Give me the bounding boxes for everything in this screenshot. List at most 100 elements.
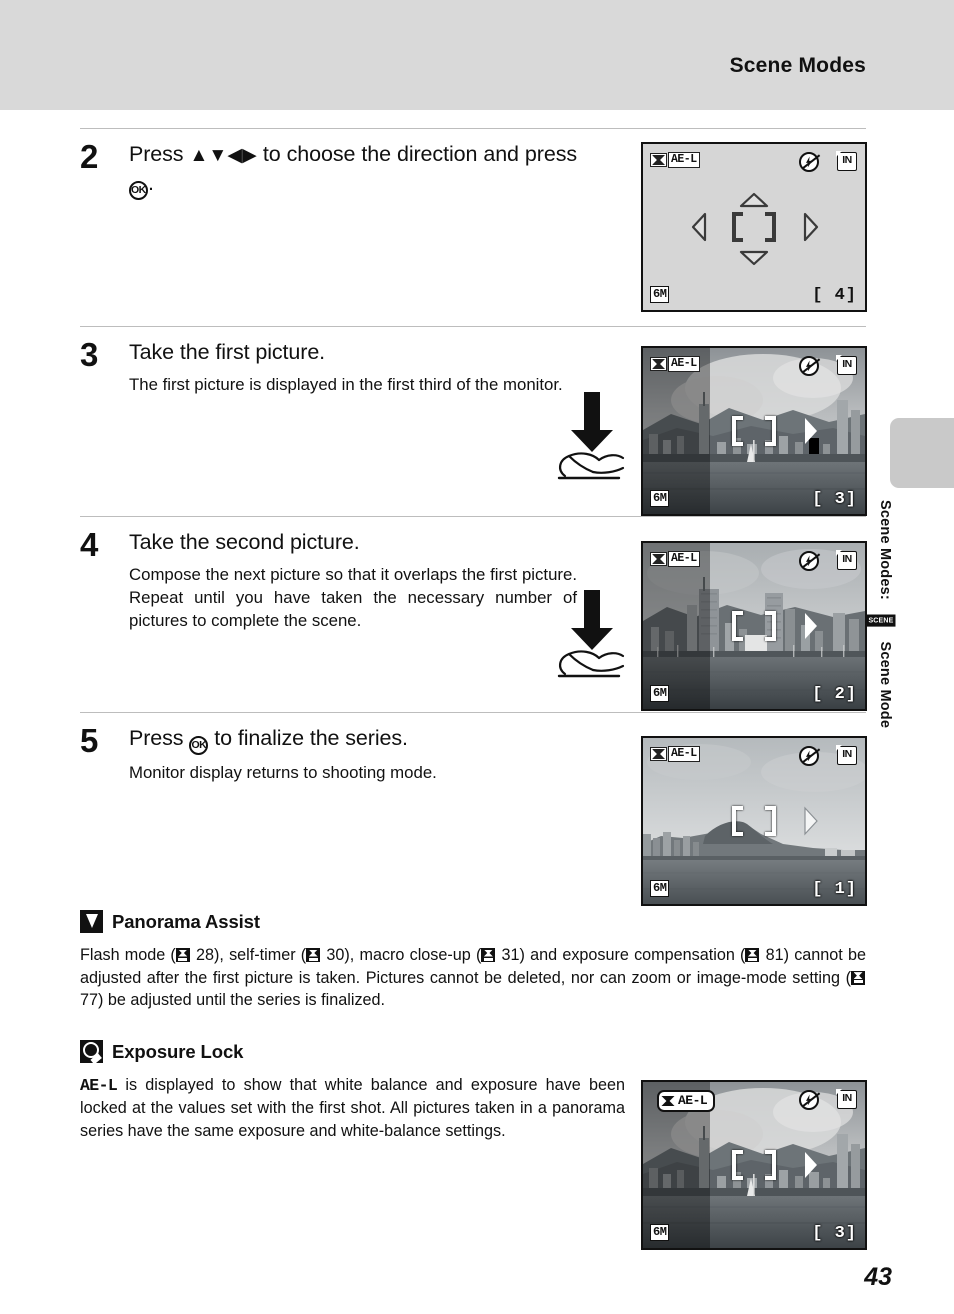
note-title: Panorama Assist [112, 910, 260, 932]
lcd-screen-direction-select: AE-L IN 6M [ 4] [641, 142, 867, 312]
ok-button-icon: OK [189, 736, 209, 755]
internal-memory-icon: IN [836, 550, 857, 570]
ae-lock-label: AE-L [668, 551, 700, 567]
flash-off-icon [799, 551, 819, 571]
note-text-part: Flash mode ( [80, 946, 176, 964]
lcd-screen-second-picture: AE-L IN 6M [ 2] [641, 541, 867, 711]
image-size-indicator: 6M [650, 685, 670, 702]
image-size-indicator: 6M [650, 286, 670, 303]
lcd-screen-first-picture: AE-L IN 6M [ 3] [641, 346, 867, 516]
shots-remaining: [ 3] [812, 490, 857, 509]
image-size-indicator: 6M [650, 880, 670, 897]
step-2-number: 2 [80, 138, 99, 175]
shutter-press-icon [553, 390, 627, 484]
tip-icon [80, 1040, 103, 1063]
note-body: Flash mode ( 28), self-timer ( 30), macr… [80, 944, 866, 1012]
ae-lock-label: AE-L [668, 152, 700, 168]
af-brackets [732, 806, 776, 836]
note-text: is displayed to show that white balance … [80, 1076, 625, 1140]
note-text-part: 31) and exposure compensation ( [496, 946, 746, 964]
internal-memory-icon: IN [836, 745, 857, 765]
panorama-icon [650, 153, 667, 167]
af-brackets [732, 611, 776, 641]
shutter-press-icon [553, 588, 627, 682]
step-5-title-after: to finalize the series. [214, 726, 408, 750]
note-text-part: 77) be adjusted until the series is fina… [80, 991, 386, 1010]
page-reference-icon [481, 948, 496, 962]
note-text-part: 28), self-timer ( [190, 946, 307, 964]
panorama-icon [650, 747, 667, 761]
step-2-title-end: . [148, 170, 154, 195]
section-divider [80, 128, 866, 129]
note-header: Exposure Lock [80, 1040, 625, 1063]
step-3-number: 3 [80, 336, 99, 373]
step-4-description: Compose the next picture so that it over… [129, 564, 577, 630]
shots-remaining: [ 3] [812, 1224, 857, 1243]
direction-right-guide [803, 611, 819, 641]
panorama-icon [650, 552, 667, 566]
ae-lock-indicator: AE-L [650, 152, 700, 168]
internal-memory-icon: IN [836, 151, 857, 171]
step-3-description: The first picture is displayed in the fi… [129, 374, 563, 394]
step-2-title: Press ▲▼◀▶ to choose the direction and p… [129, 140, 577, 200]
panorama-icon [650, 357, 667, 371]
note-exposure-lock: Exposure Lock AE-L is displayed to show … [80, 1040, 625, 1142]
ae-lock-label: AE-L [668, 746, 700, 762]
shots-remaining: [ 4] [812, 286, 857, 305]
direction-down-guide [739, 250, 769, 266]
direction-right-guide [803, 416, 819, 446]
direction-up-guide [739, 192, 769, 208]
step-3-title: Take the first picture. [129, 340, 326, 364]
section-divider [80, 326, 866, 327]
internal-memory-icon: IN [836, 355, 857, 375]
direction-right-guide [803, 212, 819, 242]
flash-off-icon [799, 1090, 819, 1110]
flash-off-icon [799, 356, 819, 376]
shots-remaining: [ 2] [812, 685, 857, 704]
ae-lock-label: AE-L [668, 356, 700, 372]
step-2-title-mid: to choose the direction and press [262, 142, 577, 166]
step-4-number: 4 [80, 526, 99, 563]
page-reference-icon [175, 948, 190, 962]
af-brackets [732, 416, 776, 446]
section-divider [80, 712, 866, 713]
page-content: 2 Press ▲▼◀▶ to choose the direction and… [0, 110, 954, 1314]
lcd-screen-series-finalized: AE-L IN 6M [ 1] [641, 736, 867, 906]
page-reference-icon [851, 970, 865, 985]
step-5-title-before: Press [129, 726, 184, 750]
ae-lock-indicator: AE-L [650, 746, 700, 762]
ae-lock-indicator-highlighted: AE-L [657, 1090, 716, 1112]
direction-left-guide [691, 212, 707, 242]
note-body: AE-L is displayed to show that white bal… [80, 1074, 625, 1142]
flash-off-icon [799, 746, 819, 766]
caution-icon [80, 910, 103, 933]
note-panorama-assist: Panorama Assist Flash mode ( 28), self-t… [80, 910, 866, 1012]
note-header: Panorama Assist [80, 910, 866, 933]
ae-lock-symbol: AE-L [80, 1076, 118, 1095]
page-reference-icon [745, 948, 760, 962]
panorama-icon [661, 1094, 675, 1108]
step-5-title: Press OK to finalize the series. [129, 724, 577, 755]
step-2-title-before: Press [129, 142, 184, 166]
ae-lock-indicator: AE-L [650, 356, 700, 372]
image-size-indicator: 6M [650, 1224, 670, 1241]
direction-right-guide [803, 806, 819, 836]
section-divider [80, 516, 866, 517]
shots-remaining: [ 1] [812, 880, 857, 899]
note-title: Exposure Lock [112, 1040, 244, 1062]
ok-button-icon: OK [129, 180, 148, 200]
ae-lock-indicator: AE-L [650, 551, 700, 567]
page-reference-icon [306, 948, 321, 962]
step-5-number: 5 [80, 722, 99, 759]
af-brackets [732, 1150, 776, 1180]
ae-lock-label: AE-L [678, 1093, 708, 1108]
note-text-part: 30), macro close-up ( [321, 946, 482, 964]
lcd-screen-exposure-lock: AE-L IN 6M [ 3] [641, 1080, 867, 1250]
flash-off-icon [799, 152, 819, 172]
direction-right-guide [803, 1150, 819, 1180]
page-title: Scene Modes [729, 54, 866, 77]
step-5-description: Monitor display returns to shooting mode… [129, 763, 437, 782]
image-size-indicator: 6M [650, 490, 670, 507]
direction-arrows-glyph: ▲▼◀▶ [189, 145, 257, 166]
page-number: 43 [864, 1263, 892, 1291]
